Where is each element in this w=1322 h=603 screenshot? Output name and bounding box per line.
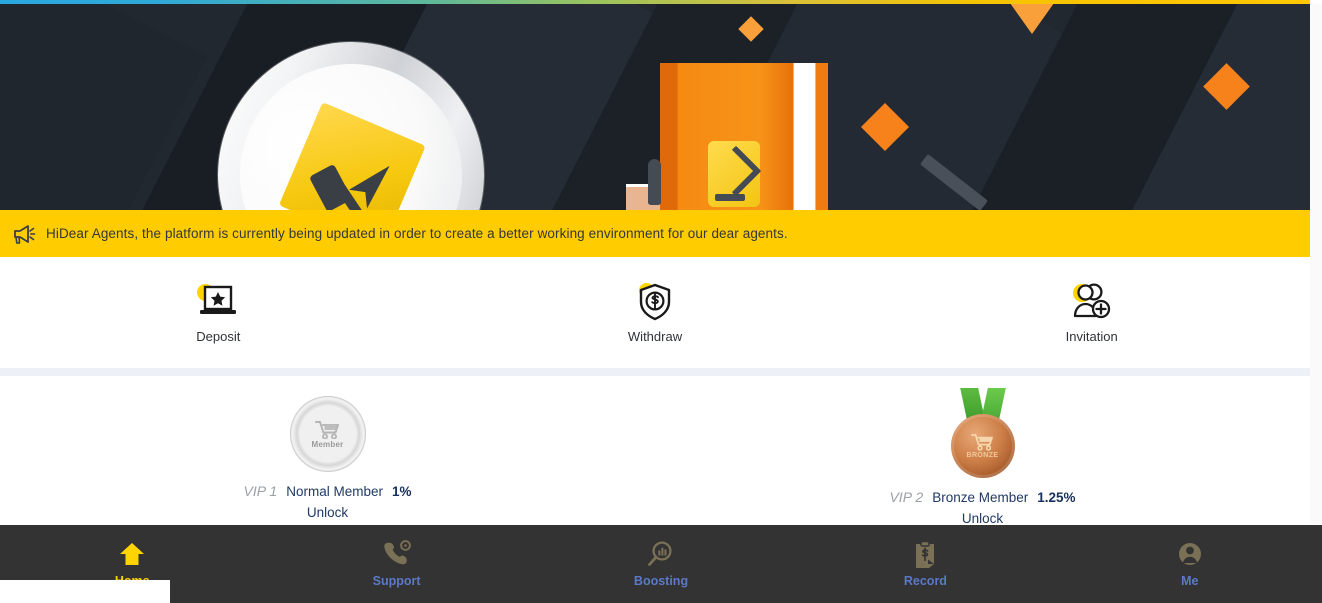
bottom-navigation: Home Support B bbox=[0, 525, 1322, 603]
megaphone-icon bbox=[12, 223, 36, 245]
vip-badge-caption: Member bbox=[311, 439, 344, 449]
vip-badge-caption: BRONZE bbox=[966, 452, 999, 459]
announcement-bar[interactable]: HiDear Agents, the platform is currently… bbox=[0, 210, 1310, 257]
hero-book-illustration bbox=[648, 63, 828, 210]
home-icon bbox=[118, 540, 146, 568]
vip-levels-row: Member VIP 1 Normal Member 1% Unlock BRO… bbox=[0, 376, 1310, 526]
deposit-laptop-star-icon bbox=[196, 282, 240, 322]
nav-item-record[interactable]: Record bbox=[793, 525, 1057, 603]
quick-action-invitation[interactable]: Invitation bbox=[873, 257, 1310, 368]
boosting-magnifier-chart-icon bbox=[647, 540, 675, 568]
vip-level-1[interactable]: Member VIP 1 Normal Member 1% Unlock bbox=[0, 376, 655, 526]
hero-banner[interactable] bbox=[0, 0, 1310, 210]
vip-unlock-label[interactable]: Unlock bbox=[962, 511, 1003, 526]
nav-item-me[interactable]: Me bbox=[1058, 525, 1322, 603]
vip-level-number: VIP 1 bbox=[243, 483, 278, 499]
quick-action-label: Invitation bbox=[1065, 328, 1118, 344]
page-root: HiDear Agents, the platform is currently… bbox=[0, 0, 1322, 603]
quick-actions-row: Deposit Withdraw Invitation bbox=[0, 257, 1310, 368]
bronze-medal-icon: BRONZE bbox=[945, 388, 1021, 478]
quick-action-withdraw[interactable]: Withdraw bbox=[437, 257, 874, 368]
vip-level-rate: 1% bbox=[392, 484, 412, 499]
withdraw-shield-dollar-icon bbox=[633, 282, 677, 322]
vip-level-2[interactable]: BRONZE VIP 2 Bronze Member 1.25% Unlock bbox=[655, 376, 1310, 526]
support-phone-icon bbox=[383, 540, 411, 568]
vip-level-name: Normal Member bbox=[286, 484, 383, 499]
section-divider bbox=[0, 368, 1310, 376]
page-scrollbar[interactable] bbox=[1310, 4, 1322, 524]
quick-action-label: Deposit bbox=[196, 328, 241, 344]
announcement-text: HiDear Agents, the platform is currently… bbox=[46, 226, 788, 241]
nav-label: Me bbox=[1181, 574, 1199, 588]
nav-item-boosting[interactable]: Boosting bbox=[529, 525, 793, 603]
nav-item-support[interactable]: Support bbox=[264, 525, 528, 603]
me-user-icon bbox=[1176, 540, 1204, 568]
top-gradient-strip bbox=[0, 0, 1310, 4]
vip-level-name: Bronze Member bbox=[932, 490, 1029, 505]
vip-level-rate: 1.25% bbox=[1037, 490, 1076, 505]
silver-member-coin-icon: Member bbox=[289, 396, 366, 472]
quick-action-label: Withdraw bbox=[627, 328, 683, 344]
invitation-add-user-icon bbox=[1070, 282, 1114, 322]
nav-label: Boosting bbox=[633, 574, 689, 588]
record-clipboard-dollar-icon bbox=[911, 540, 939, 568]
nav-label: Support bbox=[372, 574, 421, 588]
quick-action-deposit[interactable]: Deposit bbox=[0, 257, 437, 368]
nav-label: Record bbox=[903, 574, 947, 588]
vip-unlock-label[interactable]: Unlock bbox=[307, 505, 348, 520]
browser-status-bar bbox=[0, 580, 170, 603]
vip-level-number: VIP 2 bbox=[889, 489, 924, 505]
